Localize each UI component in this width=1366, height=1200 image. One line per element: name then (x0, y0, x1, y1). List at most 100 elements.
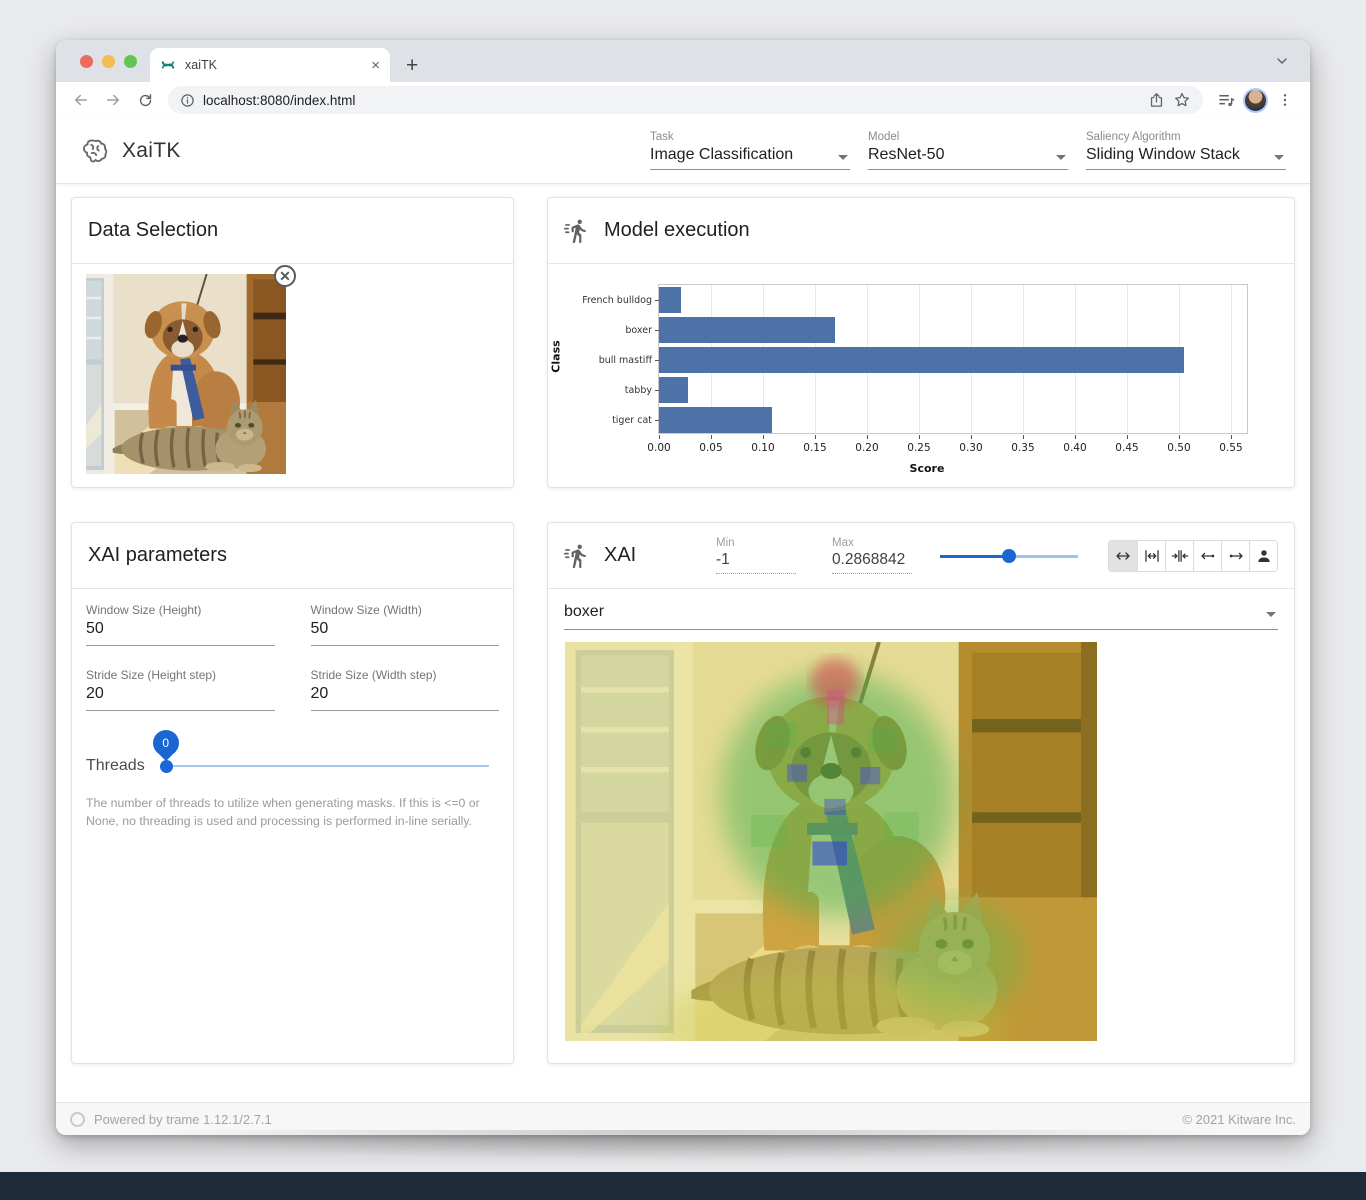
window-shadow (40, 1130, 1326, 1175)
profile-avatar[interactable] (1243, 87, 1268, 113)
y-tick-mark (655, 360, 659, 361)
x-tick-mark (1230, 435, 1232, 439)
x-tick-label: 0.25 (907, 442, 931, 454)
busy-indicator-icon (70, 1111, 85, 1127)
desktop-bottom-band (0, 1172, 1366, 1200)
copyright-text: © 2021 Kitware Inc. (1182, 1111, 1296, 1127)
threads-label: Threads (86, 757, 145, 774)
minimize-window-button[interactable] (102, 55, 115, 68)
saliency-overlay-image (564, 642, 1098, 1041)
x-tick-mark (1074, 435, 1076, 439)
back-button[interactable] (68, 87, 94, 113)
range-slider-thumb[interactable] (1002, 548, 1016, 563)
tab-close-icon[interactable]: × (371, 58, 380, 73)
model-select[interactable]: Model ResNet-50 (868, 131, 1068, 170)
max-input[interactable]: 0.2868842 (832, 551, 912, 574)
category-label: boxer (625, 324, 652, 336)
window-size-height-field: Window Size (Height) 50 (86, 603, 275, 646)
app-title: XaiTK (122, 138, 181, 162)
x-tick-mark (970, 435, 972, 439)
selected-image-thumbnail: ✕ (86, 265, 296, 474)
chart-gridline (1230, 285, 1232, 433)
x-tick-label: 0.15 (803, 442, 827, 454)
min-field: Min -1 (716, 537, 796, 574)
bookmark-star-icon[interactable] (1173, 91, 1191, 109)
run-icon (564, 219, 586, 243)
x-tick-mark (710, 435, 712, 439)
favicon-knot-icon (161, 61, 175, 69)
model-select-label: Model (868, 131, 900, 143)
share-icon[interactable] (1148, 92, 1165, 109)
full-range-button[interactable] (1109, 540, 1137, 571)
class-select[interactable]: boxer (564, 603, 1278, 630)
x-tick-mark (814, 435, 816, 439)
class-select-value[interactable]: boxer (564, 603, 604, 620)
min-input[interactable]: -1 (716, 551, 796, 574)
dog-cat-photo (86, 274, 286, 474)
browser-menu-icon[interactable] (1272, 87, 1298, 113)
x-tick-label: 0.30 (959, 442, 983, 454)
browser-toolbar: localhost:8080/index.html (56, 82, 1310, 118)
range-slider[interactable] (940, 548, 1078, 563)
address-bar[interactable]: localhost:8080/index.html (168, 86, 1203, 114)
zoom-window-button[interactable] (124, 55, 137, 68)
negative-range-button[interactable] (1193, 540, 1221, 571)
category-label: tiger cat (612, 414, 652, 426)
collapse-range-button[interactable] (1165, 540, 1193, 571)
y-tick-mark (655, 420, 659, 421)
expand-range-button[interactable] (1137, 540, 1165, 571)
saliency-algorithm-select[interactable]: Saliency Algorithm Sliding Window Stack (1086, 131, 1286, 170)
window-size-width-field: Window Size (Width) 50 (310, 603, 499, 646)
caret-down-icon (1266, 612, 1276, 617)
positive-range-button[interactable] (1221, 540, 1249, 571)
window-controls (80, 55, 137, 68)
forward-button[interactable] (100, 87, 126, 113)
url-text[interactable]: localhost:8080/index.html (203, 93, 355, 108)
xai-card: XAI Min -1 Max 0.2868842 boxer (547, 522, 1295, 1064)
stride-size-height-input[interactable]: 20 (86, 685, 275, 711)
chevron-down-icon[interactable] (1274, 53, 1290, 69)
xai-parameters-title: XAI parameters (88, 544, 227, 566)
media-controls-icon[interactable] (1213, 87, 1239, 113)
x-tick-mark (918, 435, 920, 439)
reload-button[interactable] (132, 87, 158, 113)
brain-logo-icon (83, 138, 108, 162)
threads-slider[interactable]: 0 (152, 730, 489, 773)
model-execution-title: Model execution (604, 219, 750, 241)
x-tick-mark (659, 435, 660, 439)
chart-ylabel: Class (549, 340, 563, 373)
data-selection-title: Data Selection (88, 219, 219, 241)
field-label: Window Size (Height) (86, 603, 202, 617)
window-size-width-input[interactable]: 50 (310, 620, 499, 646)
info-icon[interactable] (180, 93, 195, 108)
category-label: tabby (624, 384, 652, 396)
threads-slider-thumb[interactable]: 0 (152, 730, 179, 773)
max-field: Max 0.2868842 (832, 537, 912, 574)
stride-size-width-input[interactable]: 20 (310, 685, 499, 711)
saliency-select-value[interactable]: Sliding Window Stack (1086, 144, 1286, 170)
task-select-value[interactable]: Image Classification (650, 144, 850, 170)
window-size-height-input[interactable]: 50 (86, 620, 275, 646)
model-select-value[interactable]: ResNet-50 (868, 144, 1068, 170)
model-execution-card: Model execution Class 0.00 0.05 0.10 0.15 0.… (547, 197, 1295, 488)
bar-tabby (659, 377, 689, 403)
close-window-button[interactable] (80, 55, 93, 68)
new-tab-button[interactable]: + (406, 55, 418, 76)
remove-image-button[interactable]: ✕ (274, 265, 296, 287)
task-select[interactable]: Task Image Classification (650, 131, 850, 170)
caret-down-icon (838, 155, 848, 160)
browser-tab[interactable]: xaiTK × (150, 48, 390, 82)
chart-plot-area: 0.00 0.05 0.10 0.15 0.20 0.25 0.30 0.35 0.40 0.45… (582, 284, 1248, 454)
stride-size-height-field: Stride Size (Height step) 20 (86, 668, 275, 711)
y-tick-mark (655, 390, 659, 391)
account-button[interactable] (1249, 540, 1277, 571)
bar-tiger-cat (659, 407, 773, 433)
saliency-map-view (564, 642, 1098, 1041)
xai-title: XAI (604, 544, 637, 566)
data-selection-card: Data Selection ✕ (71, 197, 514, 488)
bar-boxer (659, 317, 835, 343)
class-score-bar-chart: Class 0.00 0.05 0.10 0.15 0.20 0.25 0.30 0.35 0.… (550, 284, 1258, 479)
category-label: French bulldog (582, 294, 652, 306)
caret-down-icon (1056, 155, 1066, 160)
x-tick-mark (866, 435, 868, 439)
